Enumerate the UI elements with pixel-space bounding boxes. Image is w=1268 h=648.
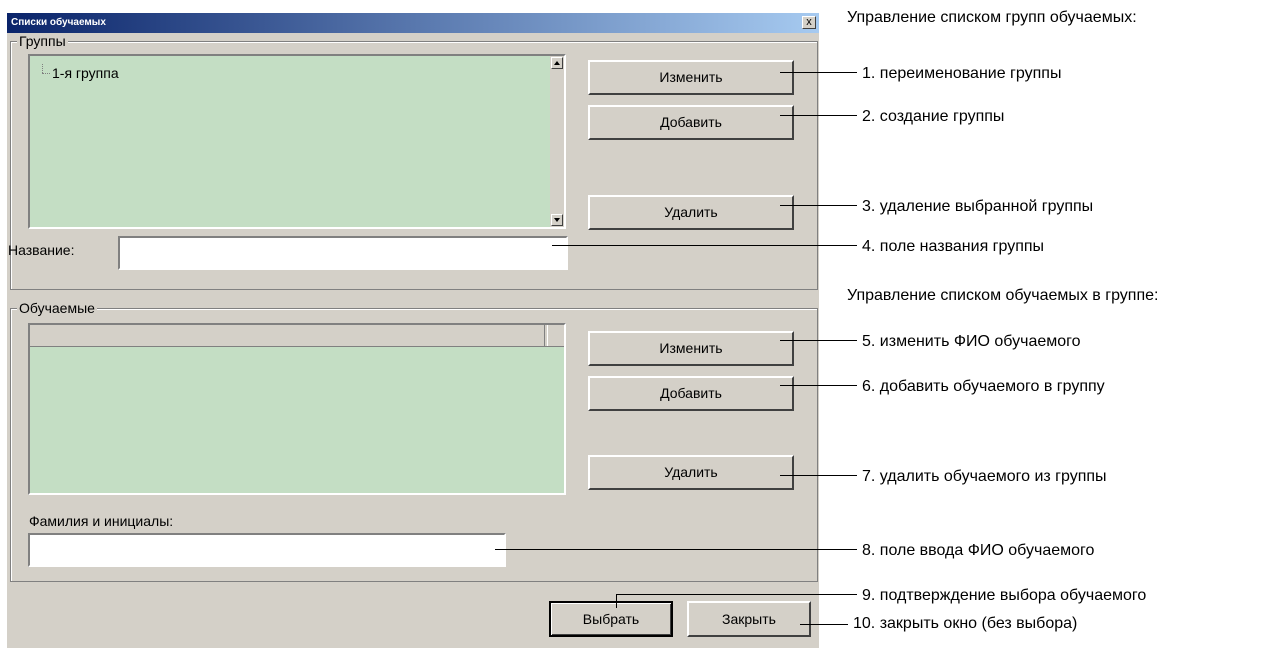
trainee-delete-button[interactable]: Удалить (588, 455, 794, 490)
leader-line (552, 245, 857, 246)
groups-tree-list[interactable]: 1-я группа (28, 54, 566, 229)
fio-label: Фамилия и инициалы: (29, 513, 174, 529)
group-add-button[interactable]: Добавить (588, 105, 794, 140)
groups-legend: Группы (17, 33, 68, 49)
trainees-list-header (30, 325, 564, 347)
close-button[interactable]: Закрыть (687, 601, 811, 637)
group-name-input[interactable] (118, 236, 568, 270)
group-name-label: Название: (8, 242, 75, 258)
annotation-2: 2. создание группы (862, 108, 1005, 125)
trainees-list[interactable] (28, 323, 566, 495)
leader-line (616, 594, 857, 595)
leader-line (780, 340, 857, 341)
window-title: Списки обучаемых (11, 17, 106, 28)
leader-line (780, 475, 857, 476)
leader-line (616, 594, 617, 608)
trainee-delete-label: Удалить (664, 464, 718, 480)
annotation-7: 7. удалить обучаемого из группы (862, 468, 1107, 485)
scroll-up-icon[interactable] (551, 57, 563, 69)
title-bar: Списки обучаемых x (7, 13, 819, 33)
annotation-3: 3. удаление выбранной группы (862, 198, 1094, 215)
annotation-1: 1. переименование группы (862, 65, 1062, 82)
scroll-down-icon[interactable] (551, 214, 563, 226)
tree-line (42, 64, 43, 73)
dialog-window: Списки обучаемых x Группы 1-я группа Изм… (7, 13, 819, 648)
leader-line (780, 115, 857, 116)
column-divider[interactable] (544, 325, 548, 346)
annotation-groups-header: Управление списком групп обучаемых: (847, 9, 1137, 26)
group-delete-label: Удалить (664, 204, 718, 220)
trainee-edit-label: Изменить (659, 340, 723, 356)
tree-line (42, 73, 50, 74)
trainees-legend: Обучаемые (17, 300, 97, 316)
close-label: Закрыть (722, 611, 776, 627)
trainee-edit-button[interactable]: Изменить (588, 331, 794, 366)
annotation-5: 5. изменить ФИО обучаемого (862, 333, 1081, 350)
group-add-label: Добавить (660, 114, 722, 130)
group-edit-label: Изменить (659, 69, 723, 85)
annotation-6: 6. добавить обучаемого в группу (862, 378, 1105, 395)
annotation-trainees-header: Управление списком обучаемых в группе: (847, 287, 1159, 304)
leader-line (495, 549, 857, 550)
annotation-8: 8. поле ввода ФИО обучаемого (862, 542, 1095, 559)
group-item[interactable]: 1-я группа (52, 65, 119, 81)
leader-line (780, 385, 857, 386)
annotation-10: 10. закрыть окно (без выбора) (853, 615, 1078, 632)
group-edit-button[interactable]: Изменить (588, 60, 794, 95)
leader-line (800, 624, 848, 625)
leader-line (780, 72, 857, 73)
select-button[interactable]: Выбрать (549, 601, 673, 637)
groups-scrollbar[interactable] (550, 56, 564, 227)
trainee-add-button[interactable]: Добавить (588, 376, 794, 411)
annotation-4: 4. поле названия группы (862, 238, 1045, 255)
fio-input[interactable] (28, 533, 506, 567)
close-icon[interactable]: x (802, 16, 816, 29)
select-label: Выбрать (582, 611, 640, 627)
group-delete-button[interactable]: Удалить (588, 195, 794, 230)
trainee-add-label: Добавить (660, 385, 722, 401)
annotation-9: 9. подтверждение выбора обучаемого (862, 587, 1147, 604)
leader-line (780, 205, 857, 206)
